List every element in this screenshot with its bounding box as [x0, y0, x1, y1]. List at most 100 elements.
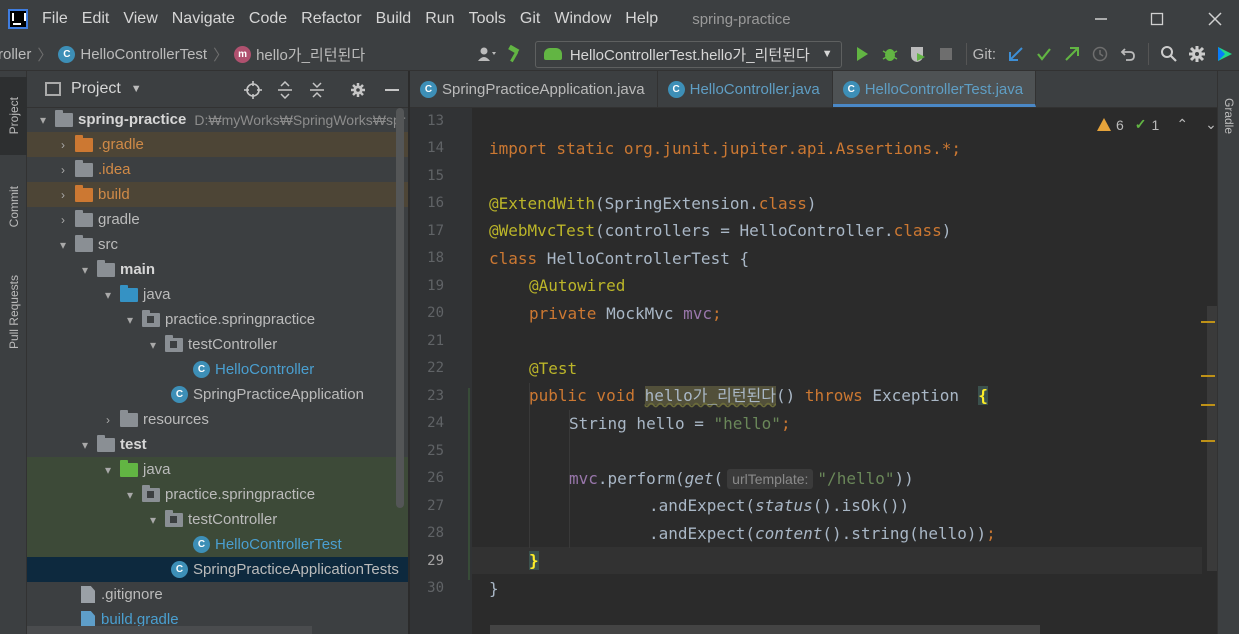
tab-springpracticeapplication[interactable]: C SpringPracticeApplication.java: [410, 71, 658, 107]
tree-item-main-java[interactable]: ▾ java: [27, 282, 408, 307]
tab-hellocontroller[interactable]: C HelloController.java: [658, 71, 833, 107]
folder-icon: [75, 234, 93, 252]
menu-run[interactable]: Run: [425, 10, 454, 28]
tree-item-test-package[interactable]: ▾ practice.springpractice: [27, 482, 408, 507]
breadcrumb-package[interactable]: roller: [0, 46, 31, 63]
close-icon[interactable]: [1202, 6, 1228, 32]
expanded-arrow-icon: ▾: [149, 337, 157, 352]
line-number: 24: [427, 415, 444, 431]
line-number: 15: [427, 168, 444, 184]
search-icon[interactable]: [1155, 41, 1183, 67]
inspection-widget[interactable]: 6 ✓ 1 ⌃ ⌄: [1097, 116, 1217, 133]
tree-item-hellocontroller[interactable]: C HelloController: [27, 357, 408, 382]
menu-bar: File Edit View Navigate Code Refactor Bu…: [0, 0, 1239, 38]
settings-gear-icon[interactable]: [1183, 41, 1211, 67]
tree-item-springpracticeapplicationtests[interactable]: C SpringPracticeApplicationTests: [27, 557, 408, 582]
maximize-icon[interactable]: [1144, 6, 1170, 32]
build-hammer-icon[interactable]: [501, 41, 529, 67]
project-panel-header: Project ▼: [27, 71, 408, 108]
menu-build[interactable]: Build: [376, 10, 412, 28]
tree-item-project-root[interactable]: ▾ spring-practice D:₩myWorks₩SpringWorks…: [27, 107, 408, 132]
git-push-icon[interactable]: [1058, 41, 1086, 67]
tree-item-gradle-cache[interactable]: › .gradle: [27, 132, 408, 157]
package-icon: [165, 509, 183, 527]
tree-item-test[interactable]: ▾ test: [27, 432, 408, 457]
menu-file[interactable]: File: [42, 10, 68, 28]
tree-item-main[interactable]: ▾ main: [27, 257, 408, 282]
previous-highlight-icon[interactable]: ⌃: [1176, 116, 1188, 133]
tool-tab-pull-requests[interactable]: Pull Requests: [0, 257, 27, 367]
panel-settings-icon[interactable]: [347, 79, 369, 101]
dropdown-arrow-icon[interactable]: ▼: [131, 83, 142, 95]
git-commit-icon[interactable]: [1030, 41, 1058, 67]
editor-gutter[interactable]: 13 14 15 16 17 18 19 20 21 22 23 24 25 2…: [410, 108, 485, 634]
source-folder-icon: [120, 284, 138, 302]
tree-item-gitignore[interactable]: .gitignore: [27, 582, 408, 607]
breadcrumb-class[interactable]: C HelloControllerTest: [58, 45, 207, 63]
add-user-icon[interactable]: [473, 41, 501, 67]
debug-icon[interactable]: [876, 41, 904, 67]
code-editor[interactable]: 6 ✓ 1 ⌃ ⌄ import static org.junit.jupite…: [472, 108, 1217, 634]
menu-help[interactable]: Help: [625, 10, 658, 28]
run-icon[interactable]: [848, 41, 876, 67]
history-icon[interactable]: [1086, 41, 1114, 67]
warning-stripe-marker[interactable]: [1201, 321, 1215, 323]
tree-item-gradle[interactable]: › gradle: [27, 207, 408, 232]
tree-horizontal-scrollbar[interactable]: [27, 626, 312, 634]
breadcrumb-method[interactable]: m hello가_리턴된다: [234, 44, 365, 65]
menu-window[interactable]: Window: [554, 10, 611, 28]
warning-stripe-marker[interactable]: [1201, 375, 1215, 377]
expanded-arrow-icon: ▾: [126, 312, 134, 327]
tree-item-idea[interactable]: › .idea: [27, 157, 408, 182]
project-view-selector[interactable]: Project: [71, 80, 121, 98]
tree-item-main-testcontroller[interactable]: ▾ testController: [27, 332, 408, 357]
editor-horizontal-scrollbar[interactable]: [490, 625, 1040, 634]
tree-item-hellocontrollertest[interactable]: C HelloControllerTest: [27, 532, 408, 557]
menu-view[interactable]: View: [123, 10, 157, 28]
stop-icon[interactable]: [932, 41, 960, 67]
module-folder-icon: [97, 434, 115, 452]
locate-file-icon[interactable]: [242, 79, 264, 101]
tool-tab-commit[interactable]: Commit: [0, 167, 27, 247]
project-tool-window: Project ▼ ▾ spring-practice D:₩myWorks₩S…: [27, 71, 409, 634]
tree-item-test-java[interactable]: ▾ java: [27, 457, 408, 482]
menu-tools[interactable]: Tools: [469, 10, 506, 28]
coverage-icon[interactable]: [904, 41, 932, 67]
tree-item-test-testcontroller[interactable]: ▾ testController: [27, 507, 408, 532]
minimize-icon[interactable]: [1088, 6, 1114, 32]
tool-tab-gradle[interactable]: Gradle: [1218, 81, 1239, 151]
warning-stripe-marker[interactable]: [1201, 440, 1215, 442]
tree-item-src[interactable]: ▾ src: [27, 232, 408, 257]
editor-vertical-scrollbar[interactable]: [1207, 306, 1217, 571]
tree-item-main-package[interactable]: ▾ practice.springpractice: [27, 307, 408, 332]
hide-panel-icon[interactable]: [381, 79, 403, 101]
next-highlight-icon[interactable]: ⌄: [1205, 116, 1217, 133]
menu-refactor[interactable]: Refactor: [301, 10, 361, 28]
menu-edit[interactable]: Edit: [82, 10, 110, 28]
tree-item-build[interactable]: › build: [27, 182, 408, 207]
code-with-me-icon[interactable]: [1211, 41, 1239, 67]
line-number: 28: [427, 525, 444, 541]
run-configuration-selector[interactable]: HelloControllerTest.hello가_리턴된다 ▼: [534, 40, 842, 68]
expand-all-icon[interactable]: [274, 79, 296, 101]
menu-navigate[interactable]: Navigate: [172, 10, 235, 28]
tree-item-resources[interactable]: › resources: [27, 407, 408, 432]
tree-scrollbar[interactable]: [396, 108, 404, 508]
code-line-19: @Autowired: [529, 276, 626, 295]
warning-stripe-marker[interactable]: [1201, 404, 1215, 406]
line-number: 30: [427, 580, 444, 596]
code-line-23: public void hello가_리턴된다() throws Excepti…: [529, 386, 988, 405]
git-update-icon[interactable]: [1002, 41, 1030, 67]
rollback-icon[interactable]: [1114, 41, 1142, 67]
tree-item-springpracticeapplication[interactable]: C SpringPracticeApplication: [27, 382, 408, 407]
line-number: 26: [427, 470, 444, 486]
menu-git[interactable]: Git: [520, 10, 540, 28]
spring-boot-class-icon: C: [171, 561, 188, 578]
collapse-all-icon[interactable]: [306, 79, 328, 101]
vcs-change-marker[interactable]: [468, 388, 470, 580]
menu-code[interactable]: Code: [249, 10, 287, 28]
tool-tab-project[interactable]: Project: [0, 77, 27, 155]
package-icon: [142, 309, 160, 327]
module-folder-icon: [55, 109, 73, 127]
tab-hellocontrollertest[interactable]: C HelloControllerTest.java: [832, 71, 1037, 107]
